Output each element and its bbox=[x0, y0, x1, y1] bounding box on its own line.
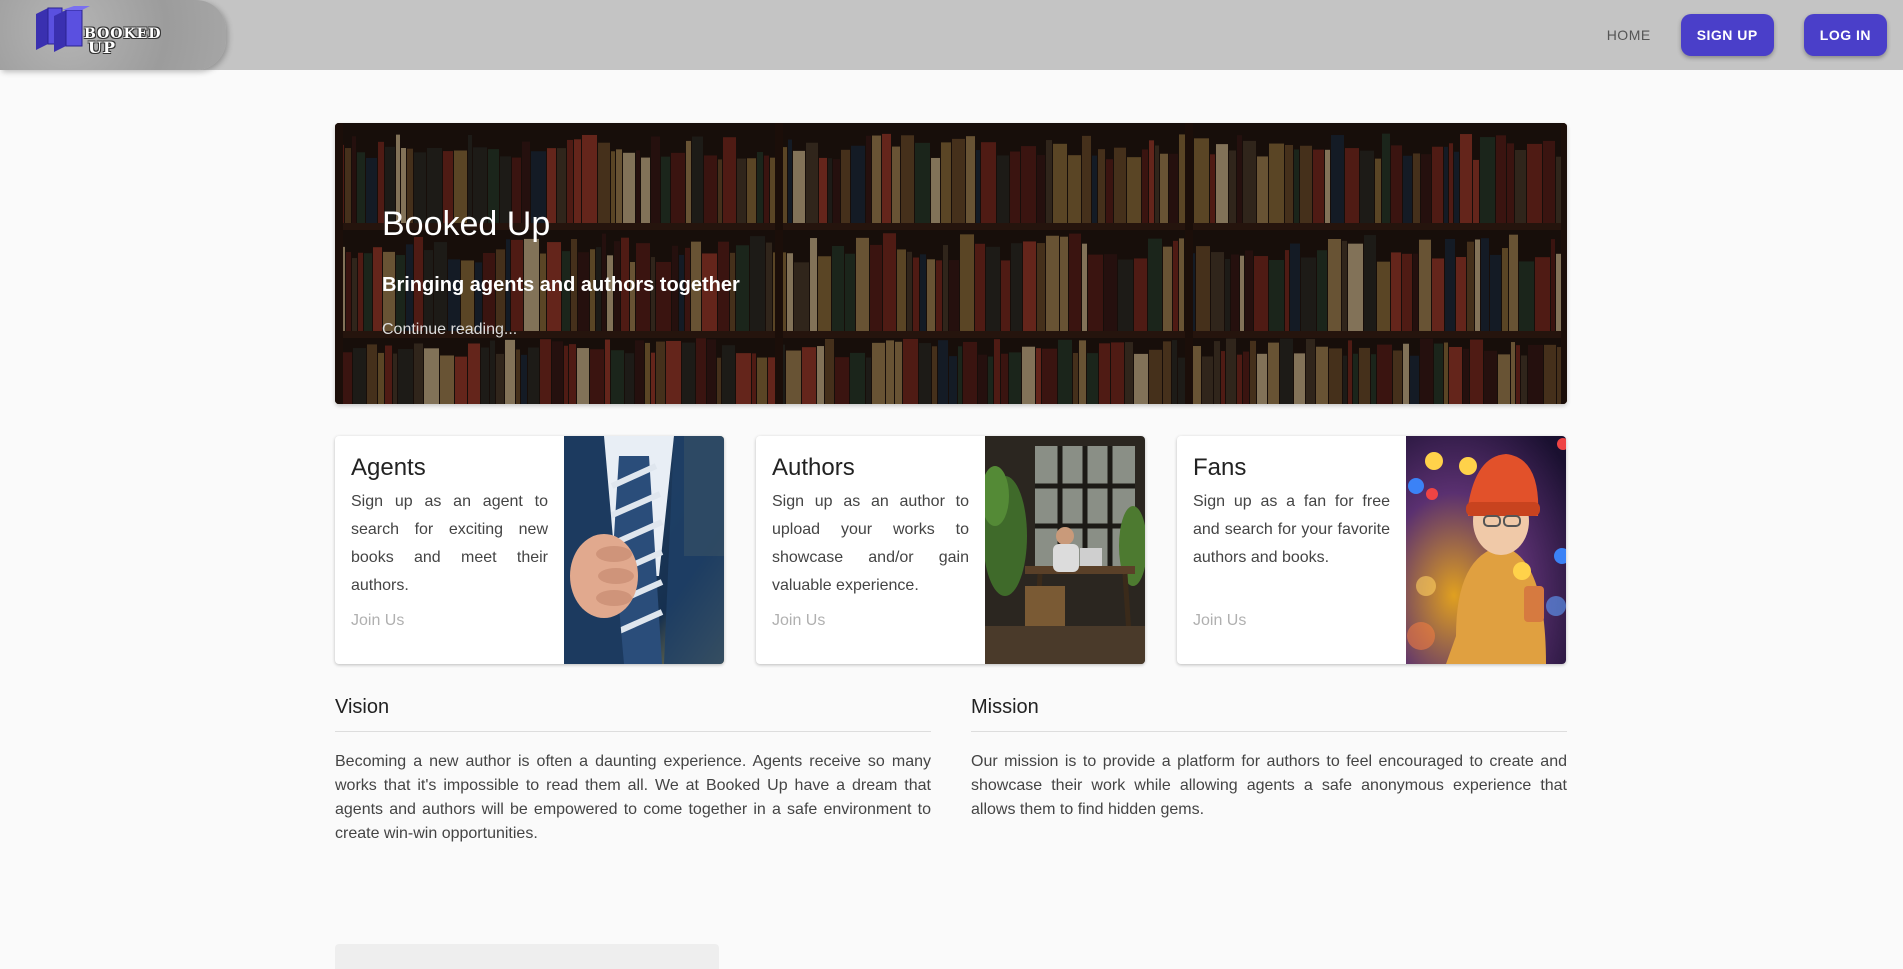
card-text: Sign up as a fan for free and search for… bbox=[1193, 493, 1390, 566]
log-in-button[interactable]: LOG IN bbox=[1803, 14, 1887, 56]
hero-banner: Booked Up Bringing agents and authors to… bbox=[335, 123, 1567, 404]
sign-up-button[interactable]: SIGN UP bbox=[1680, 14, 1774, 56]
mission-text: Our mission is to provide a platform for… bbox=[971, 753, 1567, 818]
join-us-link[interactable]: Join Us bbox=[772, 612, 969, 630]
app-bar: BOOKED UP HOME SIGN UP LOG IN bbox=[0, 0, 1903, 70]
vision-text: Becoming a new author is often a dauntin… bbox=[335, 753, 931, 842]
nav-home-link[interactable]: HOME bbox=[1607, 27, 1651, 43]
card-authors: Authors Sign up as an author to upload y… bbox=[756, 436, 1145, 664]
mission-title: Mission bbox=[971, 696, 1567, 732]
hero-title: Booked Up bbox=[382, 205, 551, 243]
woman-with-phone-emojis-image bbox=[1406, 436, 1566, 664]
continue-reading-link[interactable]: Continue reading... bbox=[382, 321, 740, 339]
writer-at-desk-image bbox=[985, 436, 1145, 664]
hero-subtitle: Bringing agents and authors together bbox=[382, 274, 740, 296]
card-fans: Fans Sign up as a fan for free and searc… bbox=[1177, 436, 1566, 664]
join-us-link[interactable]: Join Us bbox=[351, 612, 548, 630]
logo[interactable]: BOOKED UP bbox=[0, 0, 226, 70]
join-us-link[interactable]: Join Us bbox=[1193, 612, 1390, 630]
card-title: Fans bbox=[1193, 454, 1247, 481]
businessman-tie-image bbox=[564, 436, 724, 664]
vision-title: Vision bbox=[335, 696, 931, 732]
mission-section: Mission Our mission is to provide a plat… bbox=[971, 696, 1567, 822]
top-nav: HOME SIGN UP LOG IN bbox=[1607, 14, 1887, 56]
card-text: Sign up as an author to upload your work… bbox=[772, 493, 969, 594]
card-agents: Agents Sign up as an agent to search for… bbox=[335, 436, 724, 664]
footer-panel bbox=[335, 944, 719, 969]
card-title: Authors bbox=[772, 454, 855, 481]
card-title: Agents bbox=[351, 454, 426, 481]
logo-text: BOOKED UP bbox=[84, 26, 162, 57]
vision-section: Vision Becoming a new author is often a … bbox=[335, 696, 931, 846]
card-text: Sign up as an agent to search for exciti… bbox=[351, 493, 548, 594]
feature-cards: Agents Sign up as an agent to search for… bbox=[335, 436, 1567, 664]
